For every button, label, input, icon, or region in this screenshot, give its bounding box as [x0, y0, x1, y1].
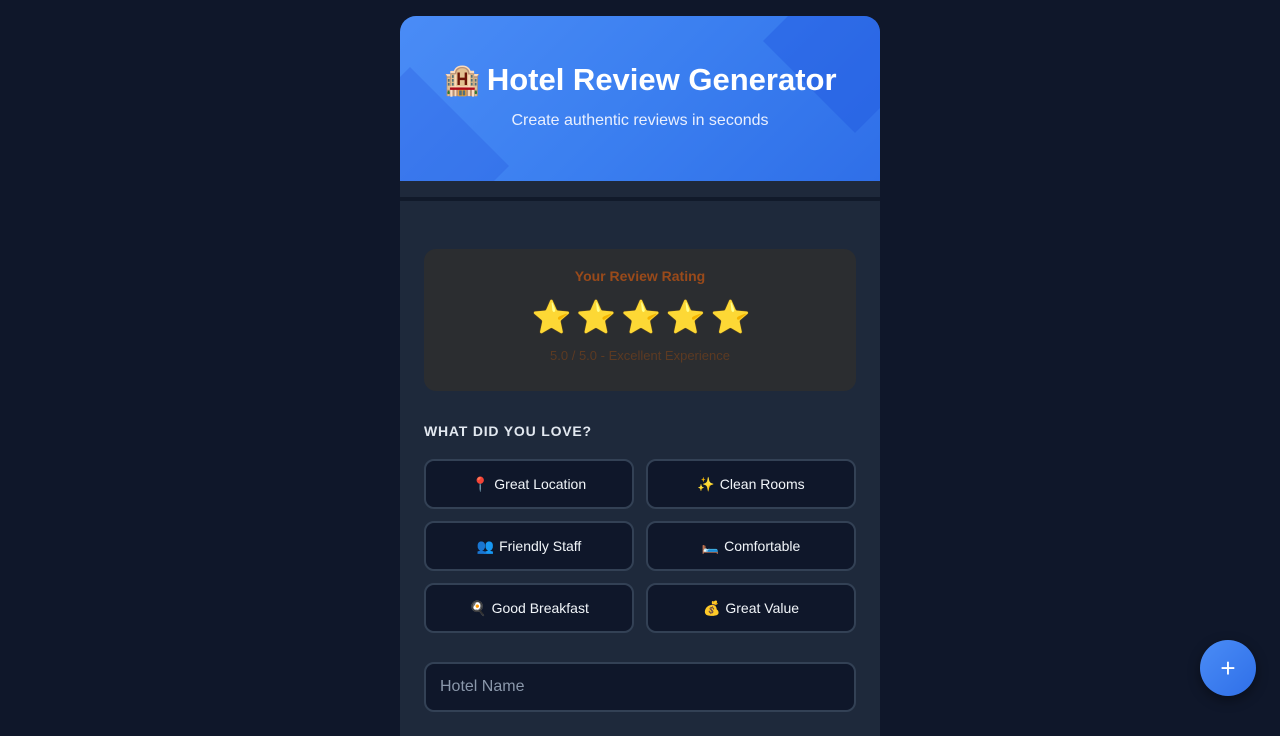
feature-good-breakfast-button[interactable]: 🍳 Good Breakfast [424, 583, 634, 633]
review-card: 🏨 Hotel Review Generator Create authenti… [400, 16, 880, 736]
feature-great-location-button[interactable]: 📍 Great Location [424, 459, 634, 509]
hotel-icon: 🏨 [443, 63, 481, 97]
page-title: 🏨 Hotel Review Generator [400, 16, 880, 98]
rating-label: Your Review Rating [574, 268, 706, 284]
star-rating: ⭐ ⭐ ⭐ ⭐ ⭐ [424, 298, 856, 336]
star-icon[interactable]: ⭐ [621, 298, 661, 336]
star-icon[interactable]: ⭐ [576, 298, 616, 336]
sparkles-icon: ✨ [697, 475, 715, 492]
header-banner: 🏨 Hotel Review Generator Create authenti… [400, 16, 880, 181]
feature-great-value-button[interactable]: 💰 Great Value [646, 583, 856, 633]
feature-label: Comfortable [724, 538, 801, 554]
add-button[interactable]: + [1200, 640, 1256, 696]
feature-label: Great Location [494, 476, 587, 492]
pin-icon: 📍 [471, 475, 490, 492]
feature-clean-rooms-button[interactable]: ✨ Clean Rooms [646, 459, 856, 509]
star-icon[interactable]: ⭐ [666, 298, 706, 336]
rating-summary: 5.0 / 5.0 - Excellent Experience [550, 348, 730, 363]
breakfast-icon: 🍳 [469, 599, 487, 616]
plus-icon: + [1220, 652, 1236, 683]
features-heading: WHAT DID YOU LOVE? [424, 423, 592, 439]
people-icon: 👥 [476, 537, 495, 554]
form-content: Your Review Rating ⭐ ⭐ ⭐ ⭐ ⭐ 5.0 / 5.0 -… [400, 201, 880, 712]
feature-label: Friendly Staff [499, 538, 582, 554]
star-icon[interactable]: ⭐ [532, 298, 572, 336]
page-title-text: Hotel Review Generator [486, 62, 837, 97]
hotel-name-input[interactable] [424, 662, 856, 712]
feature-comfortable-button[interactable]: 🛏️ Comfortable [646, 521, 856, 571]
rating-panel: Your Review Rating ⭐ ⭐ ⭐ ⭐ ⭐ 5.0 / 5.0 -… [424, 249, 856, 391]
money-bag-icon: 💰 [702, 599, 721, 616]
feature-friendly-staff-button[interactable]: 👥 Friendly Staff [424, 521, 634, 571]
bed-icon: 🛏️ [701, 537, 720, 554]
page-subtitle: Create authentic reviews in seconds [511, 112, 769, 129]
features-grid: 📍 Great Location ✨ Clean Rooms 👥 Friendl… [424, 459, 856, 633]
feature-label: Clean Rooms [719, 476, 805, 492]
feature-label: Good Breakfast [491, 600, 589, 616]
header-divider [400, 181, 880, 201]
star-icon[interactable]: ⭐ [711, 298, 751, 336]
feature-label: Great Value [725, 600, 800, 616]
